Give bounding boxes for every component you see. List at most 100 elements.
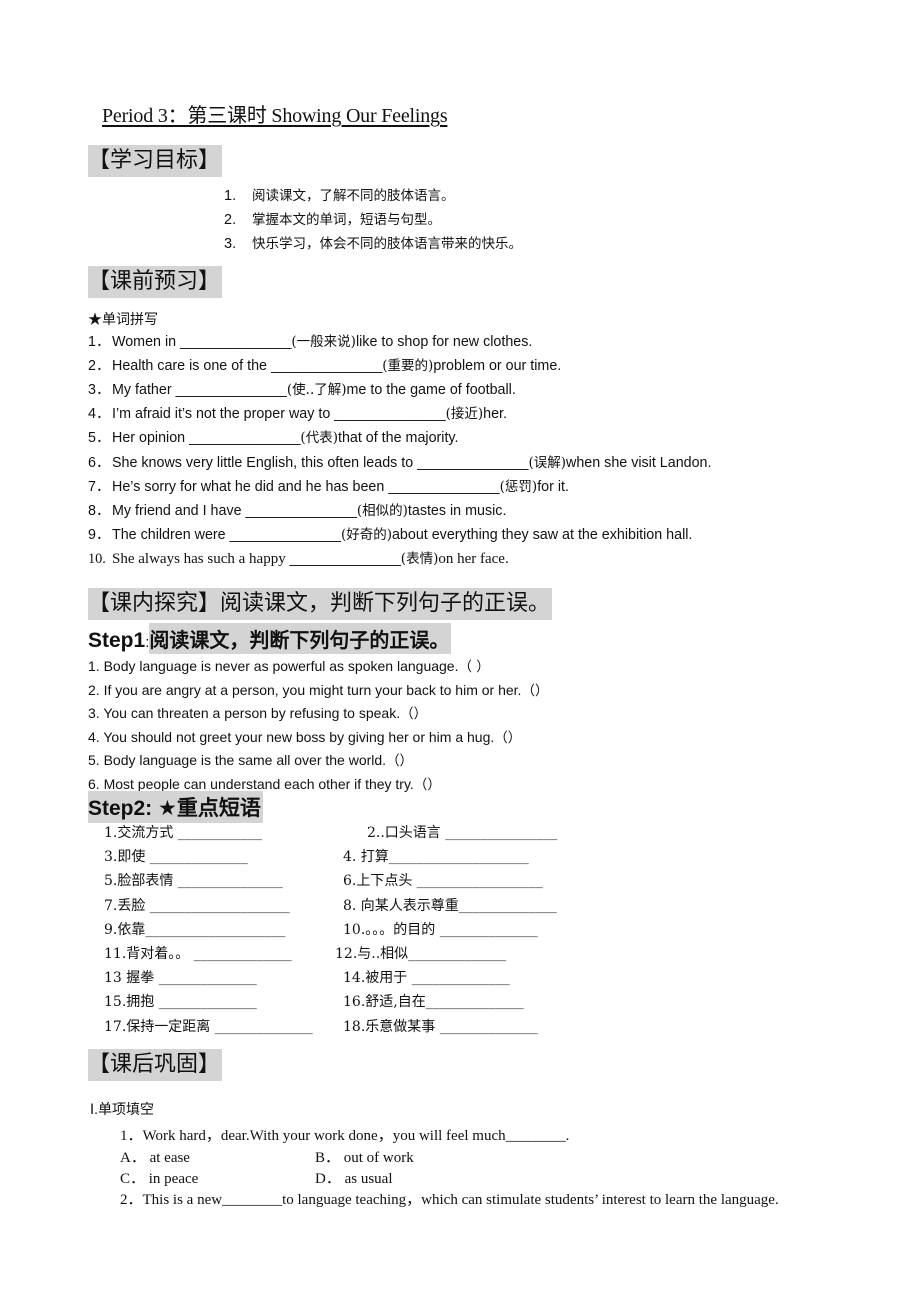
goal-text: 阅读课文，了解不同的肢体语言。 — [252, 188, 455, 204]
chinese-hint: (表情) — [400, 550, 439, 567]
statement-text: 1. Body language is never as powerful as… — [88, 658, 459, 674]
chinese-hint: (惩罚) — [499, 478, 538, 495]
item-number: 9． — [88, 526, 111, 543]
phrase-item-right: 2..口头语言 ________________ — [367, 825, 558, 841]
item-text-before: My friend and I have — [112, 502, 246, 519]
phrase-item-left: 9.依靠____________________ — [104, 921, 286, 938]
answer-parentheses[interactable]: （） — [400, 706, 427, 722]
phrase-item-right: 14.被用于 ______________ — [343, 970, 510, 987]
section-heading-preview: 【课前预习】 — [88, 266, 223, 298]
goal-text: 掌握本文的单词，短语与句型。 — [252, 212, 441, 228]
word-spelling-item: 4． I’m afraid it’s not the proper way to … — [88, 405, 507, 423]
question-1: 1．Work hard，dear.With your work done，you… — [120, 1128, 570, 1144]
section-heading-consolidate: 【课后巩固】 — [88, 1049, 223, 1081]
chinese-hint: (一般来说) — [291, 334, 356, 350]
answer-blank[interactable]: ______________ — [388, 479, 499, 495]
item-text-after: when she visit Landon. — [566, 454, 712, 471]
step2-label: Step2: ★重点短语 — [88, 791, 263, 823]
item-text-before: Women in — [112, 334, 181, 350]
item-number: 5． — [88, 430, 111, 447]
section-heading-explore: 【课内探究】阅读课文，判断下列句子的正误。 — [88, 588, 553, 620]
true-false-item: 3. You can threaten a person by refusing… — [88, 702, 427, 722]
item-number: 1． — [88, 334, 111, 350]
item-text-before: I’m afraid it’s not the proper way to — [112, 406, 335, 423]
item-number: 3． — [88, 382, 111, 399]
answer-parentheses[interactable]: （） — [521, 683, 548, 699]
answer-blank[interactable]: ______________ — [246, 503, 357, 519]
item-text-after: problem or our time. — [433, 358, 562, 375]
item-text-after: about everything they saw at the exhibit… — [391, 526, 693, 543]
item-number: 7． — [88, 478, 111, 495]
phrase-item-left: 17.保持一定距离 ______________ — [104, 1018, 313, 1035]
item-text-before: Her opinion — [112, 430, 190, 447]
chinese-hint: (接近) — [445, 406, 484, 423]
answer-blank[interactable]: ______________ — [189, 430, 300, 446]
phrase-item-right: 6.上下点头 __________________ — [343, 873, 543, 890]
statement-text: 4. You should not greet your new boss by… — [88, 728, 495, 745]
page-title: Period 3：第三课时 Showing Our Feelings — [102, 105, 448, 127]
question-1-option-d: D． as usual — [315, 1171, 393, 1187]
phrase-item-right: 10.。。。的目的 ______________ — [343, 921, 538, 938]
chinese-hint: (相似的) — [356, 502, 408, 519]
phrase-item-left: 15.拥抱 ______________ — [104, 994, 257, 1011]
answer-blank[interactable]: ______________ — [180, 334, 291, 350]
item-text-before: The children were — [112, 526, 230, 543]
item-text-after: that of the majority. — [337, 430, 459, 447]
answer-blank[interactable]: ______________ — [289, 551, 400, 567]
true-false-item: 4. You should not greet your new boss by… — [88, 726, 521, 746]
word-spelling-item: 6． She knows very little English, this of… — [88, 454, 711, 472]
item-number: 4． — [88, 406, 111, 423]
step1-title: 阅读课文，判断下列句子的正误。 — [149, 623, 452, 654]
item-text-before: She always has such a happy — [112, 550, 290, 567]
answer-parentheses[interactable]: （） — [494, 730, 521, 746]
answer-parentheses[interactable]: （） — [386, 753, 413, 769]
item-number: 2． — [88, 358, 111, 375]
chinese-hint: (代表) — [300, 430, 338, 447]
phrase-item-right: 4. 打算____________________ — [343, 849, 529, 866]
statement-text: 6. Most people can understand each other… — [88, 776, 414, 792]
goal-number: 2. — [224, 212, 237, 228]
chinese-hint: (使..了解) — [286, 382, 347, 399]
statement-text: 3. You can threaten a person by refusing… — [88, 705, 401, 722]
answer-blank[interactable]: ______________ — [334, 406, 445, 422]
answer-parentheses[interactable]: （） — [414, 777, 441, 793]
step1-heading: Step1: 阅读课文，判断下列句子的正误。 — [88, 623, 452, 654]
question-1-option-b: B． out of work — [315, 1150, 414, 1166]
heading-explore-text: 【课内探究】阅读课文，判断下列句子的正误。 — [88, 588, 553, 620]
phrase-item-right: 18.乐意做某事 ______________ — [343, 1018, 538, 1035]
item-text-before: Health care is one of the — [112, 358, 271, 375]
word-spelling-item: 3． My father ______________(使..了解)me to t… — [88, 381, 516, 399]
answer-parentheses[interactable]: （ ） — [458, 659, 489, 675]
phrase-item-left: 13 握拳 ______________ — [104, 970, 257, 987]
goal-number: 1. — [224, 188, 237, 204]
goal-item: 1. 阅读课文，了解不同的肢体语言。 — [224, 187, 455, 205]
phrase-item-right: 16.舒适,自在______________ — [343, 994, 524, 1011]
phrase-item-left: 5.脸部表情 _______________ — [104, 873, 283, 890]
answer-blank[interactable]: ______________ — [176, 382, 287, 398]
phrase-item-left: 1.交流方式 ____________ — [104, 825, 262, 841]
goal-item: 3. 快乐学习，体会不同的肢体语言带来的快乐。 — [224, 235, 522, 253]
phrase-item-right: 12.与..相似______________ — [335, 946, 507, 962]
answer-blank[interactable]: ______________ — [417, 455, 528, 471]
item-text-before: He’s sorry for what he did and he has be… — [112, 478, 389, 495]
word-spelling-item: 9． The children were ______________(好奇的)a… — [88, 526, 692, 544]
item-number: 8． — [88, 502, 111, 519]
true-false-item: 1. Body language is never as powerful as… — [88, 655, 490, 675]
answer-blank[interactable]: ______________ — [230, 527, 341, 543]
chinese-hint: (重要的) — [382, 358, 434, 375]
word-spelling-subheading: ★单词拼写 — [88, 312, 158, 328]
word-spelling-item: 1． Women in ______________(一般来说)like to s… — [88, 333, 532, 351]
answer-blank[interactable]: ______________ — [271, 358, 382, 374]
step1-label: Step1 — [88, 629, 146, 652]
item-text-after: for it. — [537, 478, 569, 495]
chinese-hint: (好奇的) — [340, 526, 392, 543]
question-1-option-a: A． at ease — [120, 1150, 190, 1166]
goal-text: 快乐学习，体会不同的肢体语言带来的快乐。 — [252, 236, 522, 252]
statement-text: 2. If you are angry at a person, you mig… — [88, 681, 522, 698]
phrase-item-left: 11.背对着。。 ______________ — [104, 946, 292, 962]
item-text-after: on her face. — [438, 550, 509, 567]
chinese-hint: (误解) — [528, 454, 567, 471]
item-text-before: She knows very little English, this ofte… — [112, 454, 418, 471]
item-text-after: me to the game of football. — [346, 382, 516, 399]
step2-heading: Step2: ★重点短语 — [88, 791, 263, 823]
